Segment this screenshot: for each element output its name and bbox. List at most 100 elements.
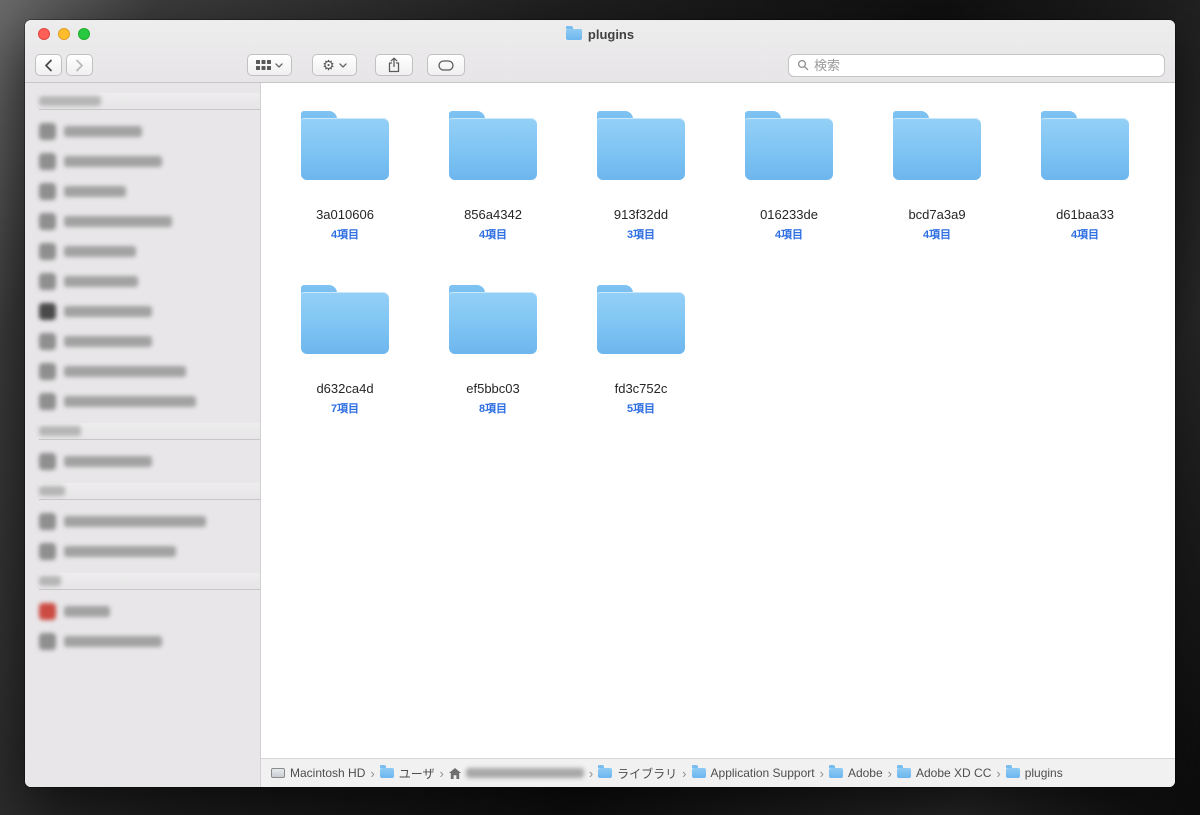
sidebar-item-blurred[interactable] — [39, 513, 260, 530]
chevron-separator: › — [588, 765, 594, 781]
path-segment[interactable]: Adobe XD CC — [896, 765, 991, 780]
path-segment[interactable]: Macintosh HD — [271, 766, 365, 780]
folder-item[interactable]: ef5bbc03 8項目 — [419, 283, 567, 457]
blurred-text — [64, 396, 196, 407]
chevron-down-icon — [339, 63, 347, 68]
folder-item[interactable]: d61baa33 4項目 — [1011, 109, 1159, 283]
sidebar-item-blurred[interactable] — [39, 123, 260, 140]
share-button[interactable] — [375, 54, 413, 76]
folder-item[interactable]: bcd7a3a9 4項目 — [863, 109, 1011, 283]
sidebar-item-blurred[interactable] — [39, 213, 260, 230]
folder-item-count: 8項目 — [478, 403, 508, 415]
sidebar-item-icon — [39, 303, 56, 320]
folder-icon — [379, 765, 394, 778]
folder-item[interactable]: fd3c752c 5項目 — [567, 283, 715, 457]
view-options-button[interactable] — [247, 54, 292, 76]
path-segment[interactable] — [448, 767, 584, 779]
sidebar-item-blurred[interactable] — [39, 603, 260, 620]
folder-name: d632ca4d — [316, 381, 374, 396]
folder-item[interactable]: 016233de 4項目 — [715, 109, 863, 283]
path-segment[interactable]: plugins — [1005, 765, 1063, 780]
blurred-text — [64, 546, 176, 557]
sidebar-item-blurred[interactable] — [39, 273, 260, 290]
sidebar-item-blurred[interactable] — [39, 633, 260, 650]
window-title: plugins — [587, 26, 635, 42]
sidebar-item-icon — [39, 363, 56, 380]
sidebar-item-icon — [39, 453, 56, 470]
title-bar: plugins — [25, 20, 1175, 48]
sidebar-item-icon — [39, 243, 56, 260]
sidebar-item-blurred[interactable] — [39, 363, 260, 380]
folder-icon — [828, 765, 843, 778]
sidebar-item-blurred[interactable] — [39, 303, 260, 320]
folder-icon — [301, 111, 389, 180]
folder-icon — [597, 111, 685, 180]
path-segment[interactable]: ユーザ — [379, 765, 434, 782]
sidebar-item-icon — [39, 183, 56, 200]
proxy-folder-icon[interactable] — [565, 25, 582, 40]
blurred-text — [64, 306, 152, 317]
folder-icon — [449, 111, 537, 180]
sidebar-item-blurred[interactable] — [39, 453, 260, 470]
sidebar-item-icon — [39, 213, 56, 230]
folder-icon — [745, 111, 833, 180]
path-segment[interactable]: ライブラリ — [598, 765, 677, 782]
folder-icon — [893, 111, 981, 180]
sidebar-item-icon — [39, 123, 56, 140]
sidebar-item-blurred[interactable] — [39, 183, 260, 200]
sidebar-item-icon — [39, 633, 56, 650]
hard-drive-icon — [271, 768, 285, 778]
sidebar-section-header — [39, 483, 260, 500]
search-field[interactable] — [788, 53, 1165, 77]
tag-icon — [438, 59, 454, 71]
folder-icon — [1041, 111, 1129, 180]
folder-item[interactable]: 856a4342 4項目 — [419, 109, 567, 283]
folder-item-count: 4項目 — [330, 229, 360, 241]
folder-item[interactable]: 913f32dd 3項目 — [567, 109, 715, 283]
path-bar: Macintosh HD › ユーザ › › ライブラリ › Application Supp… — [261, 758, 1175, 787]
blurred-text — [64, 216, 172, 227]
sidebar-section-header — [39, 423, 260, 440]
folder-item[interactable]: d632ca4d 7項目 — [271, 283, 419, 457]
folder-icon — [598, 765, 613, 778]
chevron-separator: › — [887, 765, 892, 781]
forward-button[interactable] — [66, 54, 93, 76]
action-menu-button[interactable]: ⚙ — [312, 54, 357, 76]
path-label: Adobe — [847, 766, 883, 780]
path-segment[interactable]: Adobe — [828, 765, 883, 780]
blurred-text — [64, 276, 138, 287]
back-button[interactable] — [35, 54, 62, 76]
search-icon — [797, 59, 809, 71]
sidebar-section-header — [39, 573, 260, 590]
folder-icon — [1005, 765, 1020, 778]
folder-name: 016233de — [760, 207, 818, 222]
sidebar-item-blurred[interactable] — [39, 333, 260, 350]
folder-item-count: 4項目 — [774, 229, 804, 241]
sidebar-item-blurred[interactable] — [39, 543, 260, 560]
sidebar-item-blurred[interactable] — [39, 243, 260, 260]
sidebar-item-icon — [39, 513, 56, 530]
folder-item[interactable]: 3a010606 4項目 — [271, 109, 419, 283]
blurred-text — [39, 96, 101, 106]
path-segment[interactable]: Application Support — [691, 765, 815, 780]
blurred-text — [64, 606, 110, 617]
folder-icon — [449, 285, 537, 354]
path-label: Macintosh HD — [290, 766, 366, 780]
sidebar-item-blurred[interactable] — [39, 153, 260, 170]
blurred-text — [465, 768, 584, 778]
sidebar-item-icon — [39, 393, 56, 410]
home-icon — [448, 767, 461, 779]
sidebar-item-blurred[interactable] — [39, 393, 260, 410]
path-label: Application Support — [710, 766, 815, 780]
chevron-down-icon — [275, 63, 283, 68]
tag-button[interactable] — [427, 54, 465, 76]
sidebar-item-icon — [39, 333, 56, 350]
path-label: ライブラリ — [617, 766, 678, 781]
window-header: plugins ⚙ 検索 — [25, 20, 1175, 83]
search-input[interactable] — [814, 57, 1156, 73]
finder-window: plugins ⚙ 検索 3a010606 4項目 856a4342 4項目 9… — [25, 20, 1175, 787]
folder-name: bcd7a3a9 — [908, 207, 966, 222]
folder-item-count: 3項目 — [626, 229, 656, 241]
chevron-separator: › — [819, 765, 824, 781]
folder-name: d61baa33 — [1056, 207, 1114, 222]
